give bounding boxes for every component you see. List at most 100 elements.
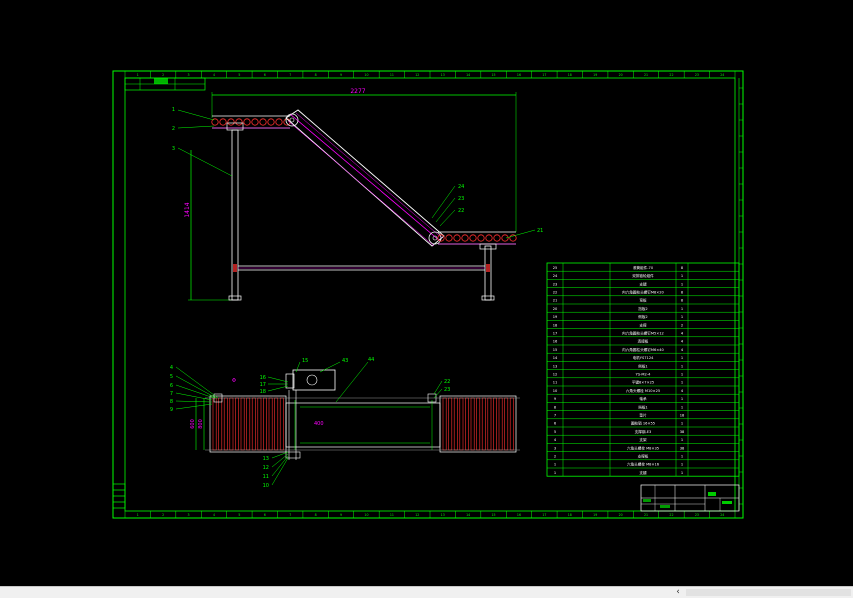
- bom-row: 2 支撑板 1: [554, 454, 683, 459]
- bom-item-qty: 38: [680, 446, 685, 450]
- roller: [493, 234, 501, 242]
- horizontal-scrollbar[interactable]: [686, 589, 851, 596]
- bom-row: 11 平键8×7×25 1: [553, 380, 683, 385]
- svg-text:16: 16: [260, 375, 266, 381]
- title-block[interactable]: [640, 484, 740, 512]
- drive-motor: [292, 369, 336, 391]
- svg-text:4: 4: [170, 365, 173, 371]
- bom-row: 6 圆柱销 16×55 1: [554, 421, 683, 426]
- bill-of-materials-table[interactable]: 25 滚筒组件-70 824 双排链轮组件 123 支腿 122 内六角圆柱头螺钉M8×20 8…: [546, 262, 740, 477]
- bom-item-number: 16: [553, 340, 558, 344]
- zone-label: 10: [364, 73, 368, 77]
- zone-label: 9: [340, 513, 342, 517]
- bom-item-name: 六角头螺栓 M8×16: [627, 462, 660, 467]
- elevation-callouts: 1 2 3 24 23 22 21: [172, 107, 543, 239]
- roller: [227, 118, 235, 126]
- bom-row: 5 支撑钢-E3 38: [554, 429, 685, 434]
- bom-item-number: 5: [554, 430, 556, 434]
- bom-item-name: 电机YS7124: [633, 355, 655, 360]
- bottom-zone-labels: 1 2 3 4 5 6 7 8 9 10 11 12 13 14 15 16 17 18 19 20 21 22 23 24: [137, 513, 725, 517]
- zone-label: 3: [188, 513, 190, 517]
- cad-drawing-canvas[interactable]: 1 2 3 4 5 6 7 8 9 10 11 12 13 14 15 16 17 18 19 20 21 22 23 24 …: [0, 0, 853, 586]
- roller: [275, 118, 283, 126]
- bom-item-number: 24: [553, 274, 558, 278]
- zone-label: 17: [542, 73, 546, 77]
- bom-item-qty: 8: [681, 266, 684, 270]
- bom-item-name: 连接板: [638, 339, 649, 344]
- plan-roller: [487, 397, 492, 451]
- zone-label: 2: [162, 513, 164, 517]
- bom-item-name: 滚筒组件-70: [633, 265, 654, 270]
- roller: [485, 234, 493, 242]
- zone-label: 2: [162, 73, 164, 77]
- svg-text:23: 23: [458, 196, 464, 202]
- zone-label: 18: [568, 513, 572, 517]
- plan-roller: [223, 397, 228, 451]
- bom-item-qty: 4: [681, 348, 684, 352]
- dim-text-length: 2277: [350, 88, 365, 95]
- plan-roller: [493, 397, 497, 451]
- elevation-view[interactable]: 2277 1414 1 2 3 24 23 22 21: [172, 88, 544, 301]
- zone-label: 6: [264, 513, 266, 517]
- plan-roller: [465, 397, 469, 451]
- zone-label: 16: [517, 73, 521, 77]
- bom-item-number: 18: [553, 323, 558, 327]
- zone-label: 12: [415, 73, 419, 77]
- plan-roller: [218, 397, 223, 451]
- svg-text:21: 21: [537, 228, 543, 234]
- bom-item-name: 圆柱销 16×55: [631, 421, 655, 426]
- bom-item-qty: 1: [681, 381, 683, 385]
- svg-text:5: 5: [170, 374, 173, 380]
- zone-label: 11: [390, 513, 394, 517]
- zone-label: 4: [213, 73, 215, 77]
- bom-item-qty: 1: [681, 455, 683, 459]
- plan-roller: [274, 397, 279, 451]
- bom-item-number: 19: [553, 315, 558, 319]
- plan-left-roller-bed: [212, 397, 284, 451]
- svg-text:9: 9: [170, 407, 173, 413]
- bom-item-qty: 1: [681, 373, 683, 377]
- svg-text:10: 10: [263, 483, 269, 489]
- scroll-left-arrow[interactable]: ‹: [671, 587, 685, 598]
- svg-text:7: 7: [170, 391, 173, 397]
- zone-label: 15: [492, 513, 496, 517]
- bom-item-number: 17: [553, 332, 558, 336]
- bom-row: 7 垫片 18: [554, 413, 685, 418]
- roller: [259, 118, 267, 126]
- bom-row: 22 内六角圆柱头螺钉M8×20 8: [553, 290, 684, 295]
- plan-view[interactable]: 600 800 400 Φ 4 5 6 7 8 9 16 17 18 15 43…: [170, 357, 520, 489]
- bom-item-qty: 1: [681, 307, 683, 311]
- bom-row: 8 挡板1 1: [554, 404, 683, 409]
- status-bar: ‹: [0, 586, 853, 598]
- svg-text:8: 8: [170, 399, 173, 405]
- zone-label: 17: [542, 513, 546, 517]
- dim-text-width-inner: 800: [198, 419, 204, 429]
- bom-row: 16 连接板 4: [553, 339, 684, 344]
- bom-row: 20 挡板2 1: [553, 306, 683, 311]
- plan-roller: [268, 397, 273, 451]
- bom-item-qty: 1: [681, 282, 683, 286]
- dim-text-width-main: 600: [190, 419, 196, 429]
- bom-item-qty: 8: [681, 299, 684, 303]
- zone-label: 9: [340, 73, 342, 77]
- plan-roller: [279, 397, 284, 451]
- bom-row: 14 电机YS7124 1: [553, 355, 683, 360]
- bom-item-name: YS-M2-4: [636, 373, 651, 377]
- bom-item-name: 支腿: [639, 470, 647, 475]
- zone-label: 24: [720, 73, 724, 77]
- zone-label: 15: [492, 73, 496, 77]
- svg-text:23: 23: [444, 387, 450, 393]
- svg-text:18: 18: [260, 389, 266, 395]
- plan-roller: [498, 397, 503, 451]
- zone-label: 14: [466, 513, 470, 517]
- zone-label: 7: [289, 73, 291, 77]
- zone-label: 3: [188, 73, 190, 77]
- plan-roller: [251, 397, 256, 451]
- bom-row: 18 支撑 2: [553, 322, 683, 327]
- bom-row: 10 六角头螺栓 M10×25 4: [553, 388, 684, 393]
- plan-roller: [442, 397, 447, 451]
- svg-text:1: 1: [172, 107, 175, 113]
- svg-text:43: 43: [342, 358, 348, 364]
- bom-row: 21 弯板 8: [553, 298, 684, 303]
- bom-row: 12 YS-M2-4 1: [553, 373, 683, 377]
